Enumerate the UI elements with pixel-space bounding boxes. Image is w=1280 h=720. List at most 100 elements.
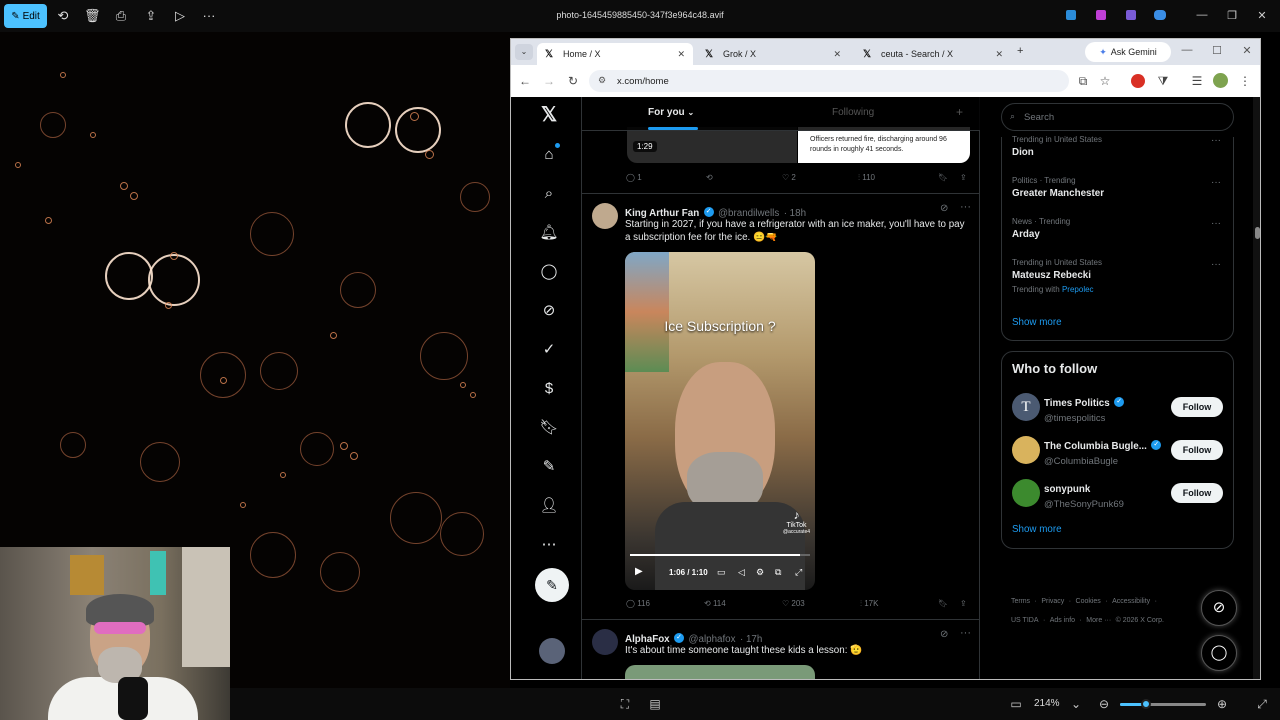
close-icon[interactable]: ✕: [1254, 9, 1270, 22]
follow-suggestion[interactable]: The Columbia Bugle... ✓ @ColumbiaBugle: [1044, 436, 1162, 467]
trend-with-link[interactable]: Prepolec: [1062, 285, 1094, 294]
prev-video-thumb[interactable]: 1:29: [627, 127, 797, 163]
messages-icon[interactable]: ◯: [537, 260, 561, 284]
tab-grok[interactable]: 𝕏 Grok / X ✕: [697, 43, 849, 65]
footer-link[interactable]: More ···: [1086, 617, 1111, 624]
footer-link[interactable]: Ads info: [1050, 617, 1075, 624]
more-icon[interactable]: ···: [960, 627, 971, 639]
tab-for-you[interactable]: For you ⌄: [648, 107, 694, 118]
avatar[interactable]: [1012, 436, 1040, 464]
tab-following[interactable]: Following: [832, 107, 874, 118]
bookmark-button[interactable]: 🔖︎: [938, 599, 948, 608]
bookmark-button[interactable]: 🔖︎: [938, 173, 948, 182]
settings-icon[interactable]: ⚙: [756, 567, 764, 578]
prev-card[interactable]: Officers returned fire, discharging arou…: [798, 127, 970, 163]
more-icon[interactable]: ···: [1211, 218, 1221, 229]
grok-icon[interactable]: ⊘: [940, 629, 948, 640]
more-icon[interactable]: ···: [1211, 259, 1221, 270]
add-tab-icon[interactable]: +: [956, 105, 963, 119]
like-button[interactable]: ♡ 2: [782, 173, 796, 182]
fit-screen-icon[interactable]: ▭: [1008, 697, 1024, 711]
site-info-icon[interactable]: ⚙: [598, 75, 606, 86]
filmstrip-icon[interactable]: ▤: [647, 697, 663, 711]
minimize-icon[interactable]: —: [1194, 9, 1210, 21]
close-icon[interactable]: ✕: [833, 49, 841, 60]
avatar[interactable]: [539, 638, 565, 664]
more-icon[interactable]: ···: [201, 8, 217, 24]
share-button[interactable]: ⇪: [960, 173, 967, 182]
avatar[interactable]: [592, 203, 618, 229]
reply-button[interactable]: ◯ 116: [626, 599, 650, 608]
trend-item[interactable]: Politics · Trending Greater Manchester: [1012, 176, 1104, 199]
grok-fab-icon[interactable]: ⊘: [1201, 590, 1237, 626]
footer-link[interactable]: Accessibility: [1112, 598, 1150, 605]
reading-list-icon[interactable]: ☰: [1189, 74, 1205, 88]
pip-icon[interactable]: ⧉: [775, 567, 781, 578]
tab-home[interactable]: 𝕏 Home / X ✕: [537, 43, 693, 65]
zoom-slider-handle[interactable]: [1141, 699, 1151, 709]
notifications-icon[interactable]: 🔔︎: [537, 221, 561, 245]
forward-icon[interactable]: →: [541, 74, 557, 88]
fullscreen-icon[interactable]: ⤢: [795, 567, 802, 578]
close-icon[interactable]: ✕: [995, 49, 1003, 60]
crop-icon[interactable]: ⛶: [617, 697, 633, 712]
back-icon[interactable]: ←: [517, 74, 533, 88]
bookmarks-icon[interactable]: 🔖︎: [537, 416, 561, 440]
menu-icon[interactable]: ⋮: [1237, 74, 1253, 88]
trend-item[interactable]: News · Trending Arday: [1012, 217, 1070, 240]
scrollbar-thumb[interactable]: [1255, 227, 1260, 239]
footer-link[interactable]: Terms: [1011, 598, 1030, 605]
follow-button[interactable]: Follow: [1171, 483, 1223, 503]
zoom-in-icon[interactable]: ⊕: [1214, 697, 1230, 711]
footer-link[interactable]: US TIDA: [1011, 617, 1039, 624]
retweet-button[interactable]: ⟲ 114: [704, 599, 726, 608]
close-icon[interactable]: ✕: [677, 49, 685, 60]
slideshow-icon[interactable]: ▷: [172, 8, 188, 24]
captions-icon[interactable]: ▭: [717, 567, 726, 578]
play-icon[interactable]: ▶: [635, 566, 643, 577]
retweet-button[interactable]: ⟲: [706, 173, 713, 182]
explore-icon[interactable]: ⌕: [537, 182, 561, 206]
fullscreen-icon[interactable]: ⤢: [1254, 697, 1270, 712]
extensions-icon[interactable]: ⧩: [1155, 74, 1171, 89]
avatar[interactable]: [592, 629, 618, 655]
views-button[interactable]: ⫶ 110: [858, 173, 875, 183]
grok-icon[interactable]: ⊘: [940, 203, 948, 214]
zoom-out-icon[interactable]: ⊖: [1096, 697, 1112, 711]
follow-button[interactable]: Follow: [1171, 397, 1223, 417]
ask-gemini-button[interactable]: ✦ Ask Gemini: [1085, 42, 1171, 62]
tweet-video[interactable]: Ice Subscription ? ♪ TikTok @accurate4 ▶…: [625, 252, 815, 590]
articles-icon[interactable]: ✎: [537, 455, 561, 479]
verified-icon[interactable]: ✓: [537, 338, 561, 362]
more-icon[interactable]: ···: [1211, 177, 1221, 188]
avatar[interactable]: T: [1012, 393, 1040, 421]
scrollbar[interactable]: [1253, 97, 1260, 679]
messages-fab-icon[interactable]: ◯: [1201, 635, 1237, 671]
new-tab-icon[interactable]: +: [1017, 45, 1023, 57]
close-icon[interactable]: ✕: [1239, 44, 1255, 57]
footer-link[interactable]: Cookies: [1076, 598, 1101, 605]
adblock-icon[interactable]: [1131, 74, 1145, 88]
share-button[interactable]: ⇪: [960, 599, 967, 608]
reply-button[interactable]: ◯ 1: [626, 173, 642, 182]
volume-icon[interactable]: ◁: [738, 567, 745, 578]
trend-item[interactable]: Trending in United States Mateusz Rebeck…: [1012, 258, 1102, 294]
tab-ceuta-search[interactable]: 𝕏 ceuta - Search / X ✕: [855, 43, 1011, 65]
tab-search-icon[interactable]: ⌄: [515, 44, 533, 60]
profile-avatar[interactable]: [1213, 73, 1228, 88]
footer-link[interactable]: Privacy: [1041, 598, 1064, 605]
search-input[interactable]: ⌕ Search: [1001, 103, 1234, 131]
show-more-link[interactable]: Show more: [1012, 524, 1062, 535]
install-app-icon[interactable]: ⧉: [1075, 74, 1091, 89]
follow-suggestion[interactable]: sonypunk @TheSonyPunk69: [1044, 479, 1124, 510]
more-icon[interactable]: ···: [960, 201, 971, 213]
print-icon[interactable]: ⎙: [113, 8, 129, 24]
compose-button[interactable]: ✎: [535, 568, 569, 602]
like-button[interactable]: ♡ 203: [782, 599, 805, 608]
follow-button[interactable]: Follow: [1171, 440, 1223, 460]
x-logo-icon[interactable]: 𝕏: [537, 103, 561, 127]
bookmark-star-icon[interactable]: ☆: [1097, 74, 1113, 88]
maximize-icon[interactable]: ❐: [1224, 9, 1240, 22]
views-button[interactable]: ⫶ 17K: [860, 599, 878, 609]
zoom-level[interactable]: 214%: [1034, 698, 1060, 709]
